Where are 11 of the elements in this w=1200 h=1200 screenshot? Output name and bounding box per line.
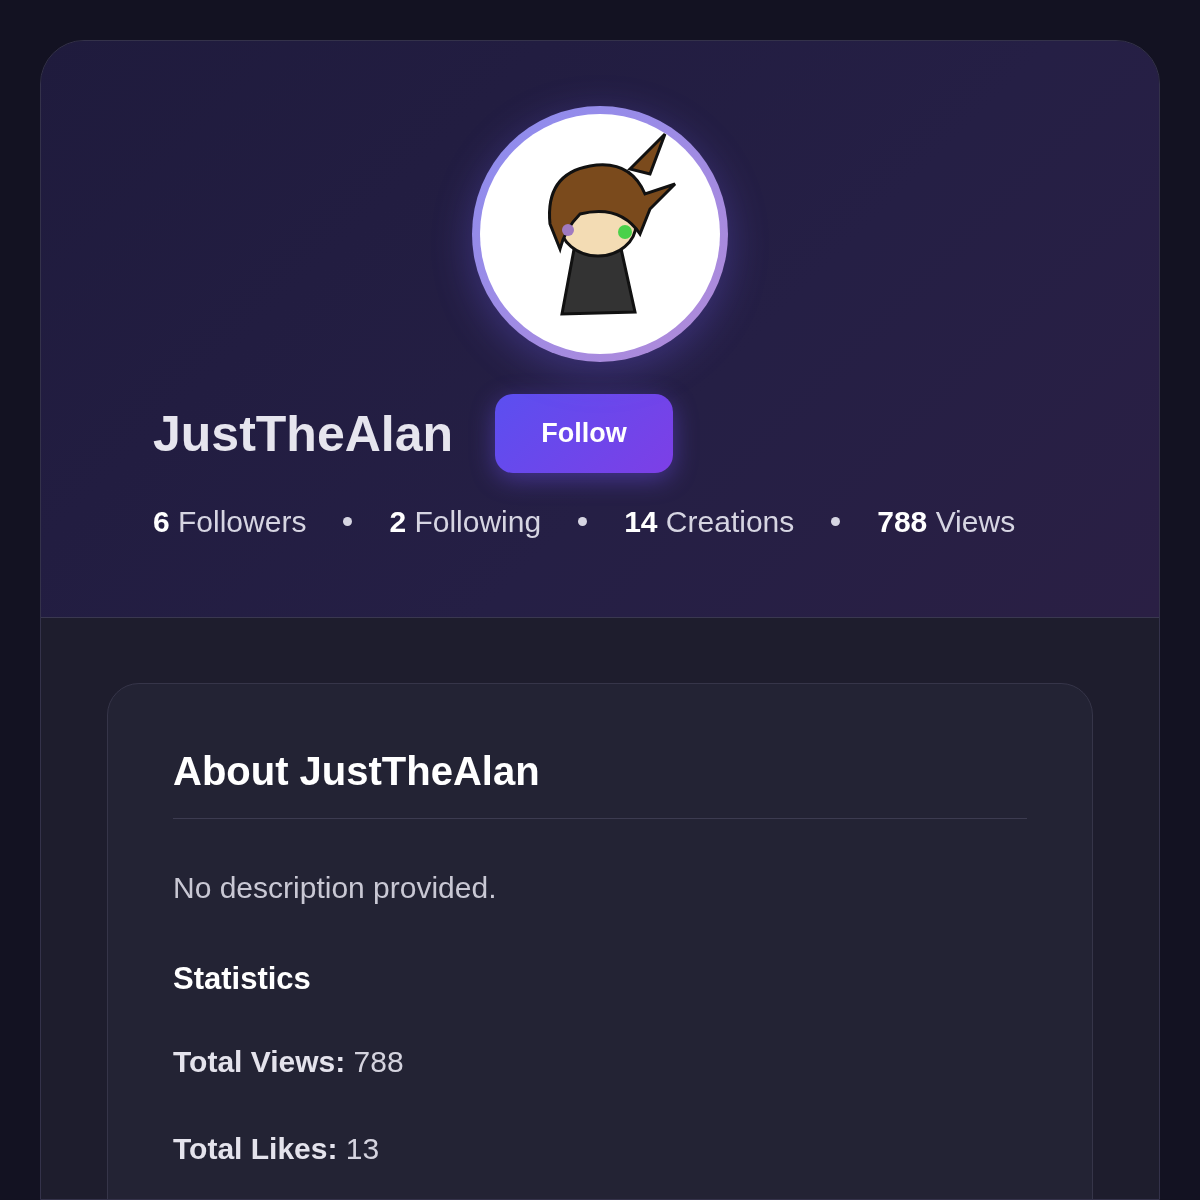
statistic-text: Total Likes: 13 xyxy=(173,1130,381,1167)
stat-text: 2 Following xyxy=(389,504,542,540)
stat-text: 14 Creations xyxy=(624,504,795,540)
about-heading: About JustTheAlan xyxy=(173,746,1027,819)
stat-text: 6 Followers xyxy=(153,504,307,540)
username: JustTheAlan xyxy=(153,408,454,459)
description-text: No description provided. xyxy=(173,870,498,906)
stat-text: 788 Views xyxy=(877,504,1016,540)
follow-button[interactable]: Follow xyxy=(495,394,674,473)
statistics-heading: Statistics xyxy=(173,960,312,998)
statistic-text: Total Views: 788 xyxy=(173,1043,405,1080)
